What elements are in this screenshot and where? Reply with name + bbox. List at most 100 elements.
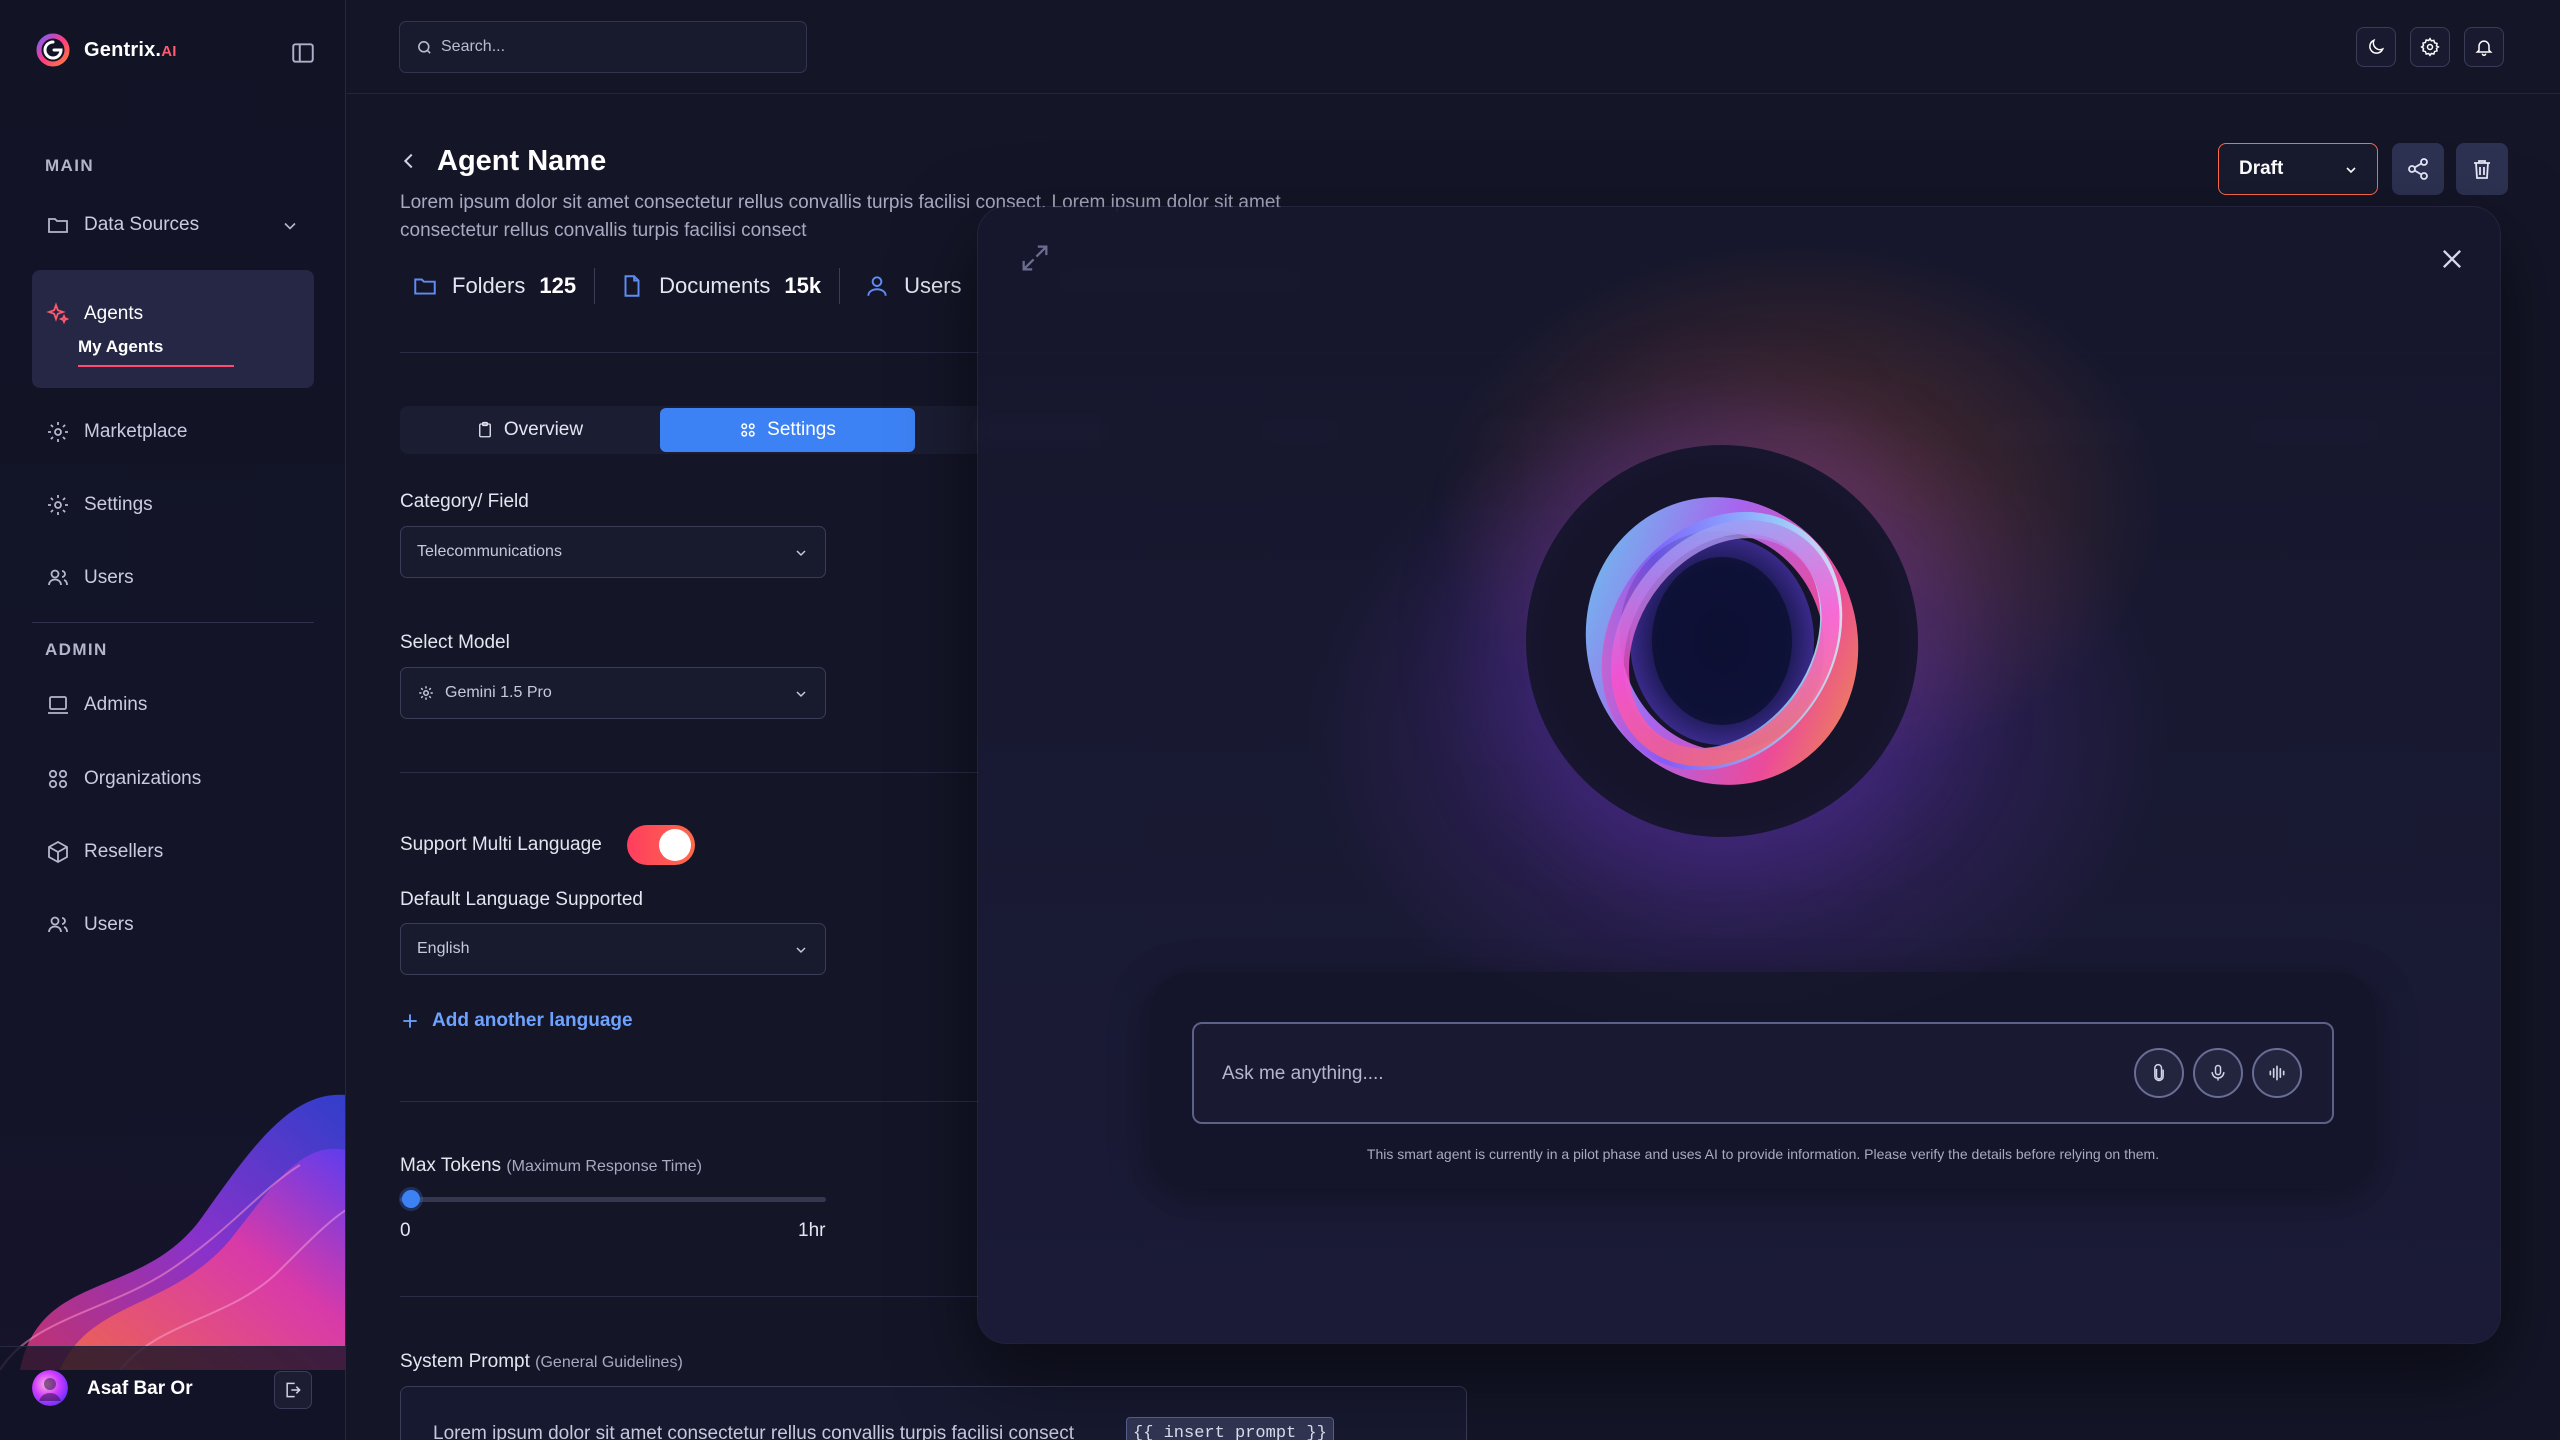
system-prompt-text: Lorem ipsum dolor sit amet consectetur r… <box>433 1423 1074 1440</box>
sidebar-item-resellers[interactable]: Resellers <box>46 836 163 868</box>
max-tokens-slider[interactable] <box>400 1190 826 1208</box>
add-language-button[interactable]: Add another language <box>400 1010 633 1032</box>
multi-language-toggle[interactable] <box>627 825 695 865</box>
default-language-select[interactable]: English <box>400 923 826 975</box>
voice-mode-button[interactable] <box>2252 1048 2302 1098</box>
sidebar-item-label: Users <box>84 914 134 935</box>
sidebar: Gentrix.AI MAIN Data Sources Agents My A… <box>0 0 346 1440</box>
tab-overview[interactable]: Overview <box>402 408 657 452</box>
microphone-icon <box>2211 1064 2225 1081</box>
chevron-down-icon[interactable] <box>280 216 300 236</box>
system-prompt-sub: (General Guidelines) <box>535 1354 683 1371</box>
app-logo[interactable]: Gentrix.AI <box>36 33 177 67</box>
attach-button[interactable] <box>2134 1048 2184 1098</box>
sidebar-item-data-sources[interactable]: Data Sources <box>46 209 199 241</box>
gear-icon <box>419 686 433 700</box>
sidebar-item-organizations[interactable]: Organizations <box>46 763 201 795</box>
chevron-down-icon <box>796 550 806 557</box>
ai-orb-icon <box>1585 497 1859 785</box>
settings-button[interactable] <box>2410 27 2450 67</box>
logout-button[interactable] <box>274 1371 312 1409</box>
divider <box>400 1101 980 1102</box>
user-name: Asaf Bar Or <box>87 1378 193 1399</box>
close-icon[interactable] <box>2438 245 2466 273</box>
chevron-down-icon <box>2346 167 2356 174</box>
clipboard-icon <box>478 421 491 438</box>
top-bar <box>347 0 2560 94</box>
ai-disclaimer: This smart agent is currently in a pilot… <box>1366 1146 2160 1162</box>
system-prompt-label: System Prompt (General Guidelines) <box>400 1351 683 1373</box>
stat-value: 125 <box>539 273 577 298</box>
chat-panel: This smart agent is currently in a pilot… <box>1150 972 2376 1188</box>
divider <box>400 772 980 773</box>
back-arrow-icon[interactable] <box>398 150 420 172</box>
section-label-admin: ADMIN <box>45 640 108 659</box>
paperclip-icon <box>2154 1064 2164 1082</box>
sidebar-item-admins[interactable]: Admins <box>46 689 147 721</box>
search-input[interactable] <box>441 38 801 56</box>
tab-settings[interactable]: Settings <box>660 408 915 452</box>
sidebar-toggle-icon[interactable] <box>290 40 316 66</box>
avatar[interactable] <box>32 1370 68 1406</box>
stat-value: 15k <box>784 273 822 298</box>
sidebar-divider <box>32 622 314 623</box>
sidebar-item-admin-users[interactable]: Users <box>46 909 134 941</box>
folder-icon <box>48 218 68 233</box>
delete-button[interactable] <box>2456 143 2508 195</box>
sidebar-item-label: Admins <box>84 694 148 715</box>
users-icon <box>48 569 68 586</box>
microphone-button[interactable] <box>2193 1048 2243 1098</box>
default-language-label: Default Language Supported <box>400 889 643 910</box>
sidebar-item-users[interactable]: Users <box>46 562 134 594</box>
category-label: Category/ Field <box>400 491 529 512</box>
trash-icon <box>2474 160 2490 179</box>
notifications-button[interactable] <box>2464 27 2504 67</box>
category-value: Telecommunications <box>417 543 562 560</box>
package-icon <box>48 840 68 864</box>
folder-icon <box>414 278 436 295</box>
slider-thumb[interactable] <box>402 1190 420 1208</box>
logo-text: Gentrix.AI <box>84 38 177 61</box>
status-select[interactable]: Draft <box>2218 143 2378 195</box>
stat-folders: Folders 125 <box>412 268 596 304</box>
gear-icon <box>2420 37 2440 57</box>
model-select[interactable]: Gemini 1.5 Pro <box>400 667 826 719</box>
sidebar-item-label: Resellers <box>84 841 164 862</box>
category-select[interactable]: Telecommunications <box>400 526 826 578</box>
add-language-label: Add another language <box>432 1010 633 1031</box>
expand-icon[interactable] <box>1018 241 1052 275</box>
share-button[interactable] <box>2392 143 2444 195</box>
search-box[interactable] <box>399 21 807 73</box>
logo-icon <box>36 33 70 67</box>
stat-label: Documents <box>659 273 771 298</box>
sidebar-item-label: Marketplace <box>84 421 188 442</box>
max-tokens-sub: (Maximum Response Time) <box>506 1158 702 1175</box>
sidebar-item-settings[interactable]: Settings <box>46 489 153 521</box>
slider-max-label: 1hr <box>798 1220 826 1241</box>
max-tokens-title: Max Tokens <box>400 1155 502 1176</box>
sidebar-item-label: Settings <box>84 494 153 515</box>
stat-label: Folders <box>452 273 526 298</box>
sidebar-item-label: Users <box>84 567 134 588</box>
insert-prompt-chip[interactable]: {{ insert prompt }} <box>1126 1417 1334 1440</box>
grid-icon <box>48 769 68 789</box>
chevron-down-icon <box>796 947 806 954</box>
theme-toggle-button[interactable] <box>2356 27 2396 67</box>
grid-icon <box>741 423 755 437</box>
default-language-value: English <box>417 940 470 957</box>
gear-icon <box>48 422 68 442</box>
sidebar-item-label: Data Sources <box>84 214 200 235</box>
model-value: Gemini 1.5 Pro <box>445 684 552 701</box>
sidebar-item-my-agents[interactable]: My Agents <box>78 337 234 367</box>
sidebar-item-agents[interactable]: Agents <box>46 298 143 330</box>
sidebar-item-label: Organizations <box>84 768 202 789</box>
share-icon <box>2408 158 2428 180</box>
system-prompt-editor[interactable]: Lorem ipsum dolor sit amet consectetur r… <box>400 1386 1467 1440</box>
logout-icon <box>286 1382 301 1398</box>
chat-input[interactable] <box>1222 1056 2122 1092</box>
multi-language-label: Support Multi Language <box>400 834 602 855</box>
sidebar-item-marketplace[interactable]: Marketplace <box>46 416 188 448</box>
stat-documents: Documents 15k <box>619 268 841 304</box>
laptop-icon <box>48 696 68 714</box>
search-icon <box>418 40 431 54</box>
